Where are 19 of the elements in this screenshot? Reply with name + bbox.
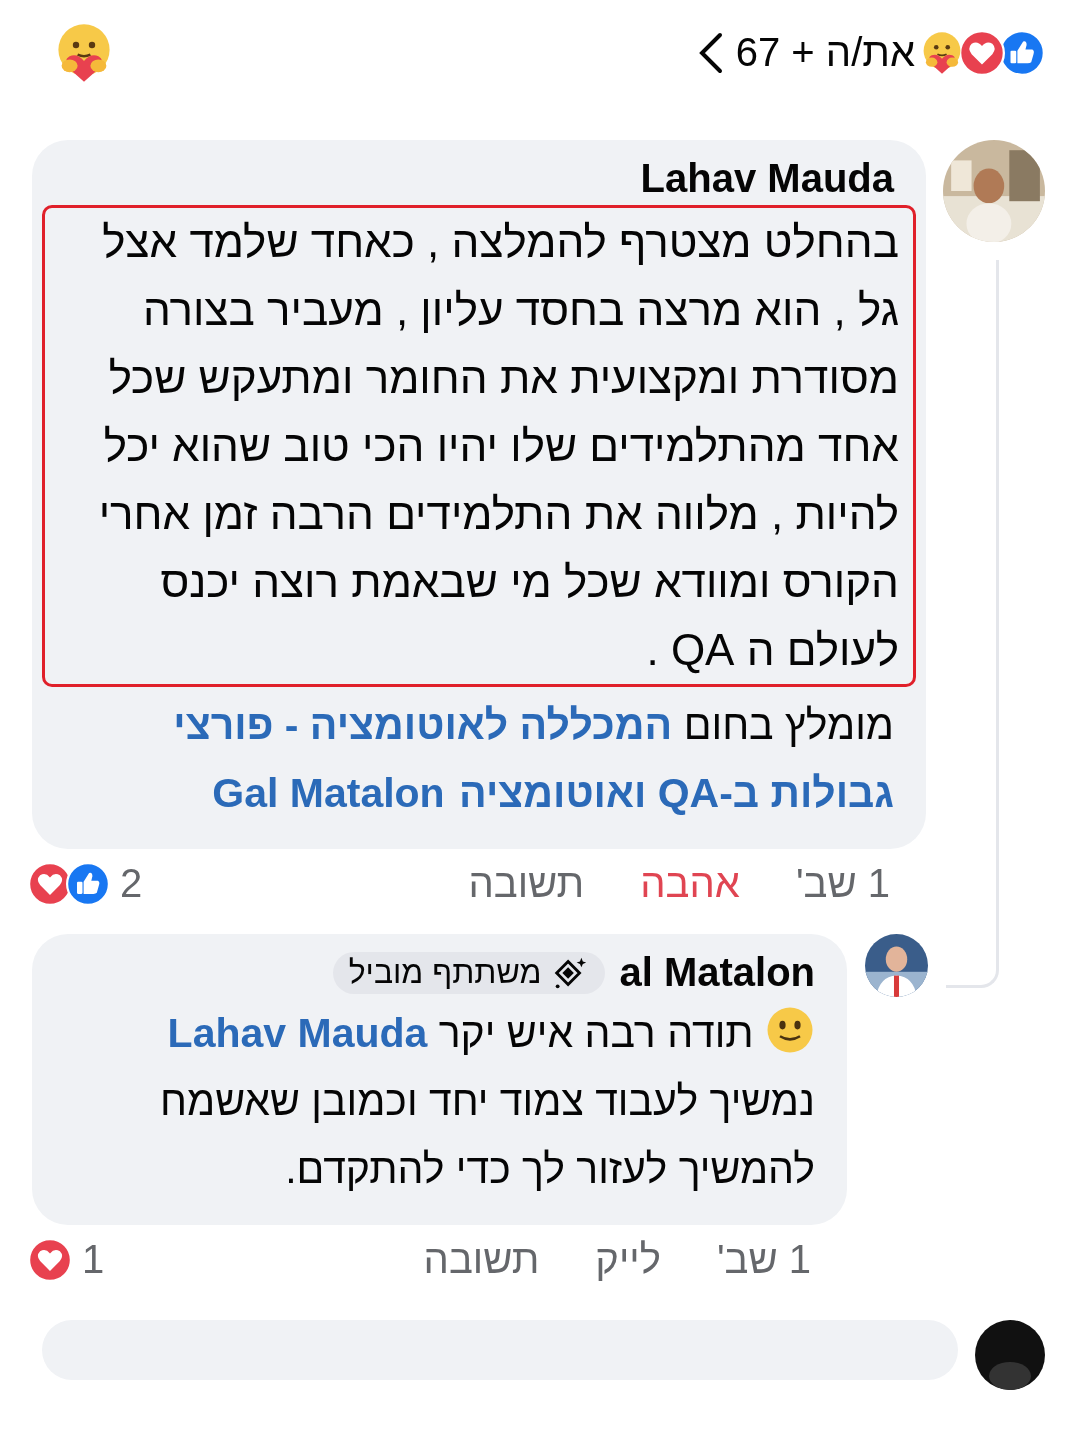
reaction-count: 1 xyxy=(82,1237,105,1282)
comment-text: בהחלט מצטרף להמלצה , כאחד שלמד אצל גל , הוא מרצה בחסד עליון , מעביר בצורה מסודרת ומקצועית את החומר ומתעקש שכל אחד מהתלמידים שלו יהיו הכי טוב שהוא יכל להיות , מלווה את התלמידים הרבה זמן אחרי הקורס ומוודא שכל מי שבאמת רוצה יכנס לעולם ה QA . xyxy=(42,205,916,687)
comment-time: 1 שב' xyxy=(795,861,890,906)
profile-link[interactable]: Gal Matalon xyxy=(212,770,445,816)
author-name[interactable]: al Matalon xyxy=(611,950,823,995)
smile-emoji-icon xyxy=(765,1005,815,1055)
react-button[interactable]: לייק xyxy=(595,1237,661,1282)
react-button[interactable]: אהבה xyxy=(640,861,740,906)
reaction-count: 2 xyxy=(120,861,143,906)
heart-reaction-icon xyxy=(959,29,1005,76)
top-contributor-badge: משתתף מוביל xyxy=(332,951,606,994)
heart-reaction-icon xyxy=(28,1237,72,1282)
comment-time: 1 שב' xyxy=(716,1237,811,1282)
reply-button[interactable]: תשובה xyxy=(423,1237,540,1282)
reply-button[interactable]: תשובה xyxy=(468,861,585,906)
profile-link[interactable]: Lahav Mauda xyxy=(167,1010,428,1056)
reactions-summary[interactable]: את/ה + 67 xyxy=(735,30,915,75)
like-reaction-icon xyxy=(66,861,110,906)
author-name[interactable]: Lahav Mauda xyxy=(632,156,902,201)
